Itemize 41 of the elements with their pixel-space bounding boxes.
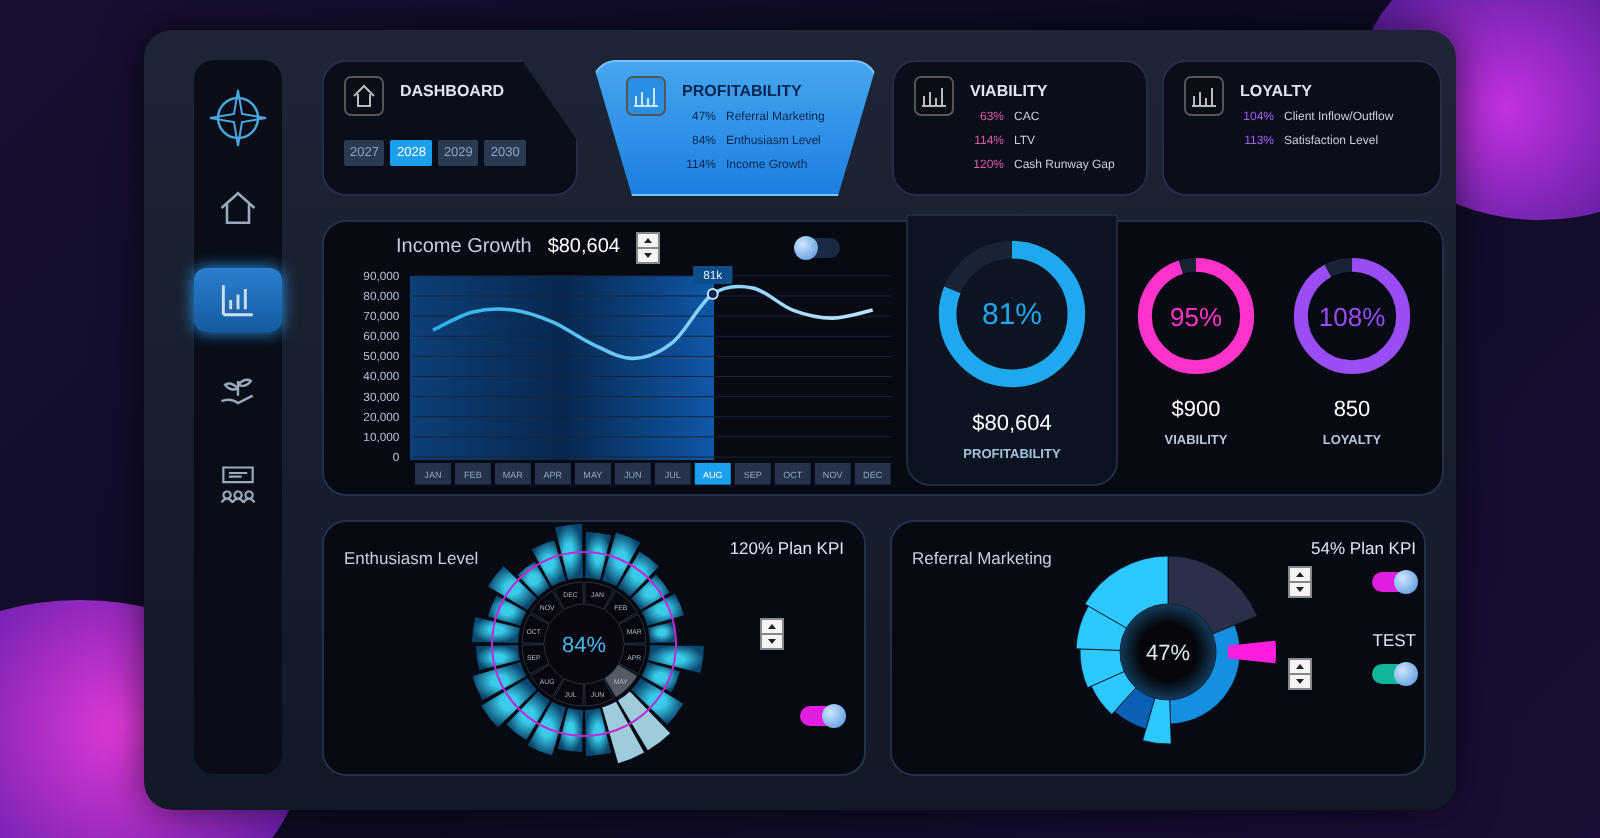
gauge-value: 850 bbox=[1333, 398, 1371, 422]
value-tooltip bbox=[693, 265, 733, 284]
home-icon bbox=[216, 186, 260, 230]
toggle-switch[interactable] bbox=[800, 706, 844, 726]
spinner-control[interactable] bbox=[1288, 566, 1312, 598]
compass-icon bbox=[208, 88, 268, 148]
gauge-ring bbox=[1137, 257, 1255, 375]
presentation-icon bbox=[216, 462, 260, 506]
center-percent: 84% bbox=[561, 634, 607, 658]
panel-title: Enthusiasm Level bbox=[344, 548, 479, 568]
toggle-switch[interactable] bbox=[1372, 664, 1416, 684]
toggle-switch[interactable] bbox=[1372, 572, 1416, 592]
chart-title: Income Growth bbox=[396, 236, 532, 259]
toggle-label: 54% Plan KPI bbox=[1311, 538, 1416, 558]
card-title: DASHBOARD bbox=[400, 82, 504, 100]
card-icon bbox=[914, 76, 954, 116]
month-segment[interactable] bbox=[604, 664, 638, 698]
spinner-control[interactable] bbox=[760, 618, 784, 650]
gauge-ring bbox=[1293, 257, 1411, 375]
card-title: PROFITABILITY bbox=[682, 82, 804, 100]
card-icon bbox=[1184, 76, 1224, 116]
sidebar-item[interactable] bbox=[194, 268, 282, 332]
income-value: $80,604 bbox=[547, 236, 620, 259]
center-percent: 47% bbox=[1145, 642, 1191, 666]
gauge-percent: 81% bbox=[981, 297, 1043, 331]
card-title: LOYALTY bbox=[1240, 82, 1315, 100]
month-segment[interactable] bbox=[584, 678, 615, 707]
gauge-value: $80,604 bbox=[972, 412, 1052, 436]
card-icon bbox=[626, 76, 666, 116]
spinner-control[interactable] bbox=[1288, 658, 1312, 690]
gauge-percent: 108% bbox=[1318, 301, 1386, 331]
spinner-control[interactable] bbox=[635, 231, 660, 264]
home-icon bbox=[344, 76, 384, 116]
toggle-switch[interactable] bbox=[795, 237, 840, 258]
plan-kpi-label: 120% Plan KPI bbox=[729, 538, 844, 558]
gauge-value: $900 bbox=[1171, 398, 1221, 422]
card-title: VIABILITY bbox=[970, 82, 1050, 100]
point-marker bbox=[706, 287, 719, 300]
panel-title: Referral Marketing bbox=[912, 548, 1052, 568]
toggle-label: TEST bbox=[1372, 630, 1416, 650]
gauge-percent: 95% bbox=[1169, 301, 1223, 331]
